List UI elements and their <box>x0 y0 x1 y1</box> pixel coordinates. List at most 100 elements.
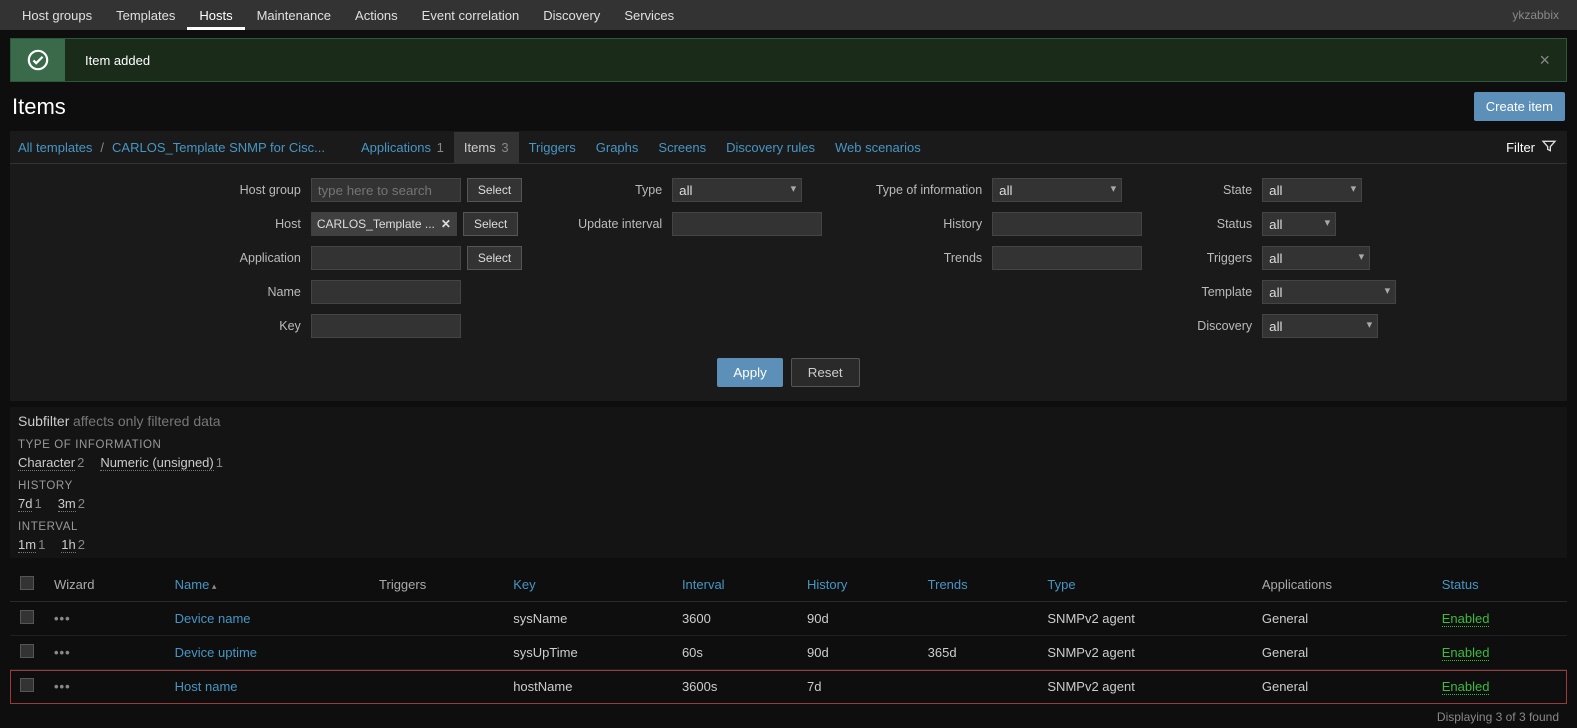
row-checkbox[interactable] <box>20 678 34 692</box>
col-type[interactable]: Type <box>1037 568 1251 602</box>
item-name-link[interactable]: Device name <box>175 611 251 626</box>
col-wizard: Wizard <box>44 568 165 602</box>
subfilter-item[interactable]: Character <box>18 455 75 471</box>
triggers-select[interactable]: all <box>1262 246 1370 270</box>
filter-icon <box>1541 138 1557 157</box>
trends-input[interactable] <box>992 246 1142 270</box>
wizard-menu-icon[interactable]: ••• <box>54 645 71 660</box>
subfilter-hint: affects only filtered data <box>73 413 221 429</box>
cell-history: 90d <box>797 602 918 636</box>
status-toggle[interactable]: Enabled <box>1442 645 1490 661</box>
top-nav-items: Host groups Templates Hosts Maintenance … <box>10 1 686 30</box>
reset-button[interactable]: Reset <box>791 358 860 387</box>
key-input[interactable] <box>311 314 461 338</box>
tab-applications[interactable]: Applications 1 <box>351 132 454 163</box>
tab-items[interactable]: Items 3 <box>454 132 519 163</box>
success-notice: Item added × <box>10 38 1567 82</box>
type-select[interactable]: all <box>672 178 802 202</box>
subfilter-item[interactable]: 1h <box>61 537 75 553</box>
name-input[interactable] <box>311 280 461 304</box>
cell-interval: 3600s <box>672 670 797 704</box>
breadcrumb: All templates / CARLOS_Template SNMP for… <box>10 140 333 155</box>
subfilter-item[interactable]: 7d <box>18 496 32 512</box>
host-group-input[interactable] <box>311 178 461 202</box>
state-select[interactable]: all <box>1262 178 1362 202</box>
subfilter-item[interactable]: 1m <box>18 537 36 553</box>
host-select-button[interactable]: Select <box>463 212 518 236</box>
nav-host-groups[interactable]: Host groups <box>10 1 104 30</box>
update-interval-input[interactable] <box>672 212 822 236</box>
breadcrumb-all-templates[interactable]: All templates <box>10 140 100 155</box>
cell-trends: 365d <box>918 636 1038 670</box>
label-name: Name <box>181 285 311 299</box>
close-icon[interactable]: × <box>1523 50 1566 71</box>
filter-panel: Host group Select Host CARLOS_Template .… <box>10 163 1567 401</box>
cell-history: 7d <box>797 670 918 704</box>
label-discovery: Discovery <box>1172 319 1262 333</box>
nav-discovery[interactable]: Discovery <box>531 1 612 30</box>
item-name-link[interactable]: Device uptime <box>175 645 257 660</box>
history-input[interactable] <box>992 212 1142 236</box>
label-host: Host <box>181 217 311 231</box>
cell-applications: General <box>1252 602 1432 636</box>
cell-type: SNMPv2 agent <box>1037 602 1251 636</box>
cell-trends <box>918 602 1038 636</box>
table-row: •••Device uptimesysUpTime60s90d365dSNMPv… <box>10 636 1567 670</box>
status-select[interactable]: all <box>1262 212 1336 236</box>
select-all-checkbox[interactable] <box>20 576 34 590</box>
item-name-link[interactable]: Host name <box>175 679 238 694</box>
host-tag[interactable]: CARLOS_Template ...✕ <box>311 212 457 236</box>
table-row: •••Host namehostName3600s7dSNMPv2 agentG… <box>10 670 1567 704</box>
subfilter-item[interactable]: Numeric (unsigned) <box>100 455 213 471</box>
tab-discovery-rules[interactable]: Discovery rules <box>716 132 825 163</box>
cell-key: sysName <box>503 602 672 636</box>
tab-triggers[interactable]: Triggers <box>519 132 586 163</box>
type-of-info-select[interactable]: all <box>992 178 1122 202</box>
table-footer: Displaying 3 of 3 found <box>0 704 1577 728</box>
col-trends[interactable]: Trends <box>918 568 1038 602</box>
application-select-button[interactable]: Select <box>467 246 522 270</box>
status-toggle[interactable]: Enabled <box>1442 611 1490 627</box>
wizard-menu-icon[interactable]: ••• <box>54 679 71 694</box>
col-name[interactable]: Name <box>165 568 369 602</box>
subfilter-item[interactable]: 3m <box>58 496 76 512</box>
nav-templates[interactable]: Templates <box>104 1 187 30</box>
nav-hosts[interactable]: Hosts <box>187 1 244 30</box>
wizard-menu-icon[interactable]: ••• <box>54 611 71 626</box>
col-key[interactable]: Key <box>503 568 672 602</box>
label-type: Type <box>552 183 672 197</box>
filter-toggle[interactable]: Filter <box>1496 132 1567 163</box>
notice-text: Item added <box>65 53 1523 68</box>
page-header: Items Create item <box>0 86 1577 131</box>
current-user: ykzabbix <box>1512 8 1567 22</box>
host-group-select-button[interactable]: Select <box>467 178 522 202</box>
template-select[interactable]: all <box>1262 280 1396 304</box>
subfilter-group-title: HISTORY <box>18 480 1559 492</box>
nav-services[interactable]: Services <box>612 1 686 30</box>
nav-maintenance[interactable]: Maintenance <box>245 1 343 30</box>
col-history[interactable]: History <box>797 568 918 602</box>
tab-web-scenarios[interactable]: Web scenarios <box>825 132 931 163</box>
row-checkbox[interactable] <box>20 610 34 624</box>
remove-tag-icon[interactable]: ✕ <box>441 217 451 231</box>
status-toggle[interactable]: Enabled <box>1442 679 1490 695</box>
col-status[interactable]: Status <box>1432 568 1567 602</box>
apply-button[interactable]: Apply <box>717 358 782 387</box>
label-trends: Trends <box>852 251 992 265</box>
discovery-select[interactable]: all <box>1262 314 1378 338</box>
col-interval[interactable]: Interval <box>672 568 797 602</box>
tab-graphs[interactable]: Graphs <box>586 132 649 163</box>
application-input[interactable] <box>311 246 461 270</box>
label-template: Template <box>1172 285 1262 299</box>
row-checkbox[interactable] <box>20 644 34 658</box>
label-state: State <box>1172 183 1262 197</box>
subfilter-title: Subfilter <box>18 413 69 429</box>
tab-screens[interactable]: Screens <box>648 132 716 163</box>
nav-event-correlation[interactable]: Event correlation <box>410 1 532 30</box>
breadcrumb-template[interactable]: CARLOS_Template SNMP for Cisc... <box>104 140 333 155</box>
col-applications: Applications <box>1252 568 1432 602</box>
label-type-of-info: Type of information <box>852 183 992 197</box>
create-item-button[interactable]: Create item <box>1474 92 1565 121</box>
cell-type: SNMPv2 agent <box>1037 636 1251 670</box>
nav-actions[interactable]: Actions <box>343 1 410 30</box>
